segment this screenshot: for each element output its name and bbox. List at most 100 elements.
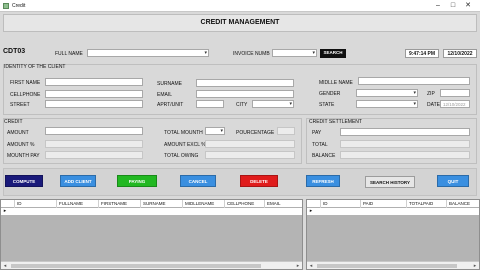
amount-pct-label: AMOUNT % — [7, 142, 35, 148]
gender-select[interactable]: ▾ — [356, 89, 418, 97]
total-field[interactable] — [340, 140, 470, 148]
compute-button[interactable]: COMPUTE — [5, 175, 43, 187]
column-header[interactable]: EMAIL — [265, 200, 302, 208]
column-header[interactable]: TOTALPAID — [407, 200, 447, 208]
client-grid[interactable]: ID FULLNAME FIRSTNAME SURNAME MIDLLENAME… — [0, 199, 303, 270]
cancel-button[interactable]: CANCEL — [180, 175, 216, 187]
pourcentage-label: POURCENTAGE — [236, 130, 275, 136]
add-client-button[interactable]: ADD CLIENT — [60, 175, 96, 187]
amount-field[interactable] — [45, 127, 143, 135]
paying-button[interactable]: PAYING — [117, 175, 157, 187]
apart-unit-field[interactable] — [196, 100, 224, 108]
street-label: STREET — [10, 102, 30, 108]
state-label: STATE — [319, 102, 335, 108]
city-label: CITY — [236, 102, 248, 108]
row-header-corner — [1, 200, 15, 208]
apart-unit-label: APRT/UNIT — [157, 102, 184, 108]
fullname-select[interactable]: ▾ — [87, 49, 209, 57]
minimize-icon[interactable]: – — [432, 1, 444, 11]
middle-name-field[interactable] — [358, 77, 470, 85]
column-header[interactable]: PAID — [361, 200, 407, 208]
scroll-left-icon[interactable]: ◂ — [1, 262, 9, 270]
email-label: EMAIL — [157, 92, 173, 98]
state-select[interactable]: ▾ — [356, 100, 418, 108]
city-select[interactable]: ▾ — [252, 100, 294, 108]
row-selector-icon: ▸ — [3, 208, 7, 214]
zip-label: ZIP — [427, 91, 435, 97]
chevron-down-icon: ▾ — [312, 50, 315, 56]
chevron-down-icon: ▾ — [220, 128, 223, 134]
scroll-thumb[interactable] — [11, 264, 261, 268]
horizontal-scrollbar[interactable]: ◂ ▸ — [1, 261, 302, 269]
delete-button[interactable]: DELETE — [240, 175, 278, 187]
date-label: DATE — [427, 102, 440, 108]
scroll-left-icon[interactable]: ◂ — [307, 262, 315, 270]
client-grid-header: ID FULLNAME FIRSTNAME SURNAME MIDLLENAME… — [1, 200, 302, 208]
credit-group-title: CREDIT — [4, 119, 23, 125]
column-header[interactable]: BALANCE — [447, 200, 479, 208]
zip-field[interactable] — [440, 89, 470, 97]
chevron-down-icon: ▾ — [204, 50, 207, 56]
scroll-thumb[interactable] — [317, 264, 457, 268]
invoice-select[interactable]: ▾ — [272, 49, 317, 57]
table-row[interactable]: ▸ — [307, 208, 479, 215]
middle-name-label: MIDLLE NAME — [319, 80, 353, 86]
date-field[interactable]: 12/10/2022 — [440, 100, 470, 108]
table-row[interactable]: ▸ — [1, 208, 302, 215]
amount-pct-field[interactable] — [45, 140, 143, 148]
row-header-corner — [307, 200, 321, 208]
scroll-right-icon[interactable]: ▸ — [294, 262, 302, 270]
close-icon[interactable]: ✕ — [462, 1, 474, 11]
balance-label: BALANCE — [312, 153, 336, 159]
date-value: 12/10/2022 — [443, 102, 466, 107]
column-header[interactable]: FULLNAME — [57, 200, 99, 208]
invoice-label: INVOICE NUMB — [233, 51, 270, 57]
row-selector-icon: ▸ — [309, 208, 313, 214]
maximize-icon[interactable]: □ — [447, 1, 459, 11]
amount-excl-label: AMOUNT EXCL % — [164, 142, 206, 148]
total-owing-field[interactable] — [205, 151, 295, 159]
horizontal-scrollbar[interactable]: ◂ ▸ — [307, 261, 479, 269]
quit-button[interactable]: QUIT — [437, 175, 469, 187]
clock-display: 9:47:14 PM — [405, 49, 439, 58]
column-header[interactable]: CELLPHONE — [225, 200, 265, 208]
column-header[interactable]: MIDLLENAME — [183, 200, 225, 208]
mounth-pay-field[interactable] — [45, 151, 143, 159]
mounth-pay-label: MOUNTH PAY — [7, 153, 40, 159]
settlement-group-title: CREDIT SETTLEMENT — [309, 119, 362, 125]
page-title: CREDIT MANAGEMENT — [200, 19, 280, 26]
first-name-field[interactable] — [45, 78, 143, 86]
total-owing-label: TOTAL OWING — [164, 153, 199, 159]
window-title: Credit — [12, 3, 26, 9]
total-mounth-label: TOTAL MOUNTH — [164, 130, 203, 136]
surname-field[interactable] — [196, 79, 294, 87]
email-field[interactable] — [196, 90, 294, 98]
pay-label: PAY — [312, 130, 322, 136]
chevron-down-icon: ▾ — [289, 101, 292, 107]
title-bar — [0, 0, 480, 12]
cellphone-label: CELLPHONE — [10, 92, 41, 98]
date-display: 12/10/2022 — [443, 49, 477, 58]
chevron-down-icon: ▾ — [413, 90, 416, 96]
street-field[interactable] — [45, 100, 143, 108]
amount-excl-field[interactable] — [205, 140, 295, 148]
gender-label: GENDER — [319, 91, 341, 97]
column-header[interactable]: ID — [321, 200, 361, 208]
credit-code: CDT03 — [3, 48, 26, 55]
balance-field[interactable] — [340, 151, 470, 159]
pay-field[interactable] — [340, 128, 470, 136]
payment-grid[interactable]: ID PAID TOTALPAID BALANCE ▸ ◂ ▸ — [306, 199, 480, 270]
search-history-button[interactable]: SEARCH HISTORY — [365, 176, 415, 188]
total-mounth-select[interactable]: ▾ — [205, 127, 225, 135]
column-header[interactable]: FIRSTNAME — [99, 200, 141, 208]
payment-grid-header: ID PAID TOTALPAID BALANCE — [307, 200, 479, 208]
refresh-button[interactable]: REFRESH — [306, 175, 340, 187]
column-header[interactable]: ID — [15, 200, 57, 208]
scroll-right-icon[interactable]: ▸ — [471, 262, 479, 270]
cellphone-field[interactable] — [45, 90, 143, 98]
surname-label: SURNAME — [157, 81, 183, 87]
column-header[interactable]: SURNAME — [141, 200, 183, 208]
pourcentage-field[interactable] — [277, 127, 295, 135]
first-name-label: FIRST NAME — [10, 80, 41, 86]
search-button[interactable]: SEARCH — [320, 49, 346, 58]
